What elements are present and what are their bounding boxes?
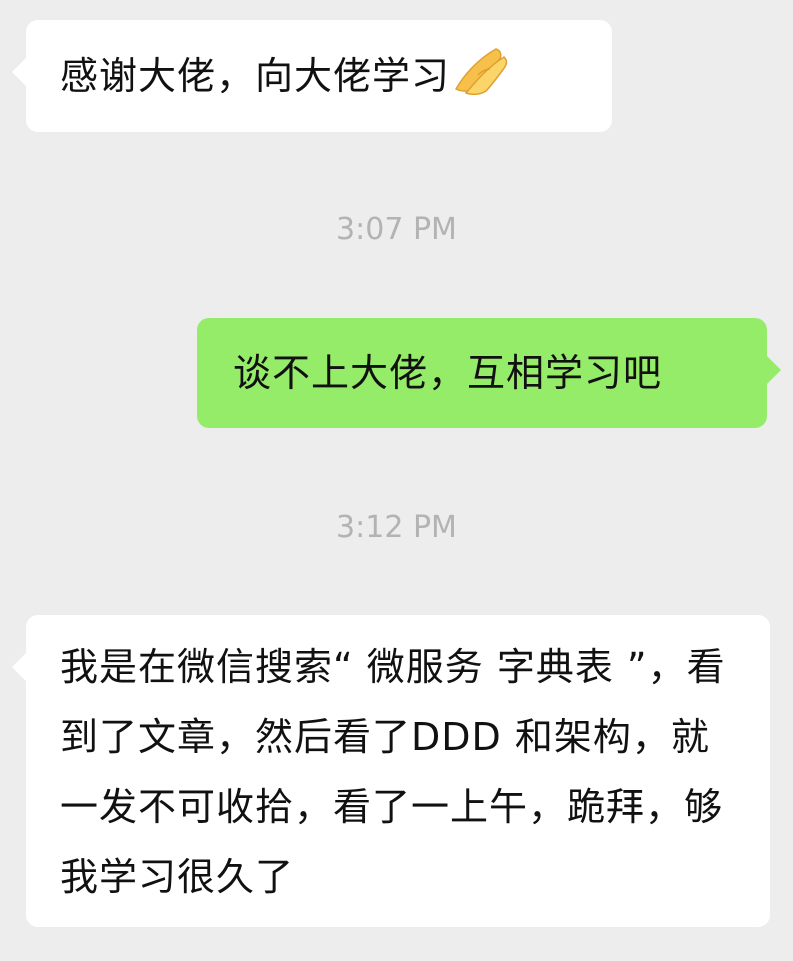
message-text: 感谢大佬，向大佬学习: [60, 54, 451, 98]
incoming-message-bubble[interactable]: 我是在微信搜索“ 微服务 字典表 ”，看到了文章，然后看了DDD 和架构，就一发…: [12, 615, 770, 927]
message-text: 谈不上大佬，互相学习吧: [233, 351, 663, 395]
folded-hands-icon: [452, 45, 510, 117]
outgoing-message-bubble[interactable]: 谈不上大佬，互相学习吧: [197, 318, 781, 428]
message-text: 我是在微信搜索“ 微服务 字典表 ”，看到了文章，然后看了DDD 和架构，就一发…: [60, 645, 726, 899]
incoming-message-bubble[interactable]: 感谢大佬，向大佬学习: [12, 20, 612, 132]
message-timestamp: 3:12 PM: [336, 510, 457, 545]
message-timestamp: 3:07 PM: [336, 212, 457, 247]
